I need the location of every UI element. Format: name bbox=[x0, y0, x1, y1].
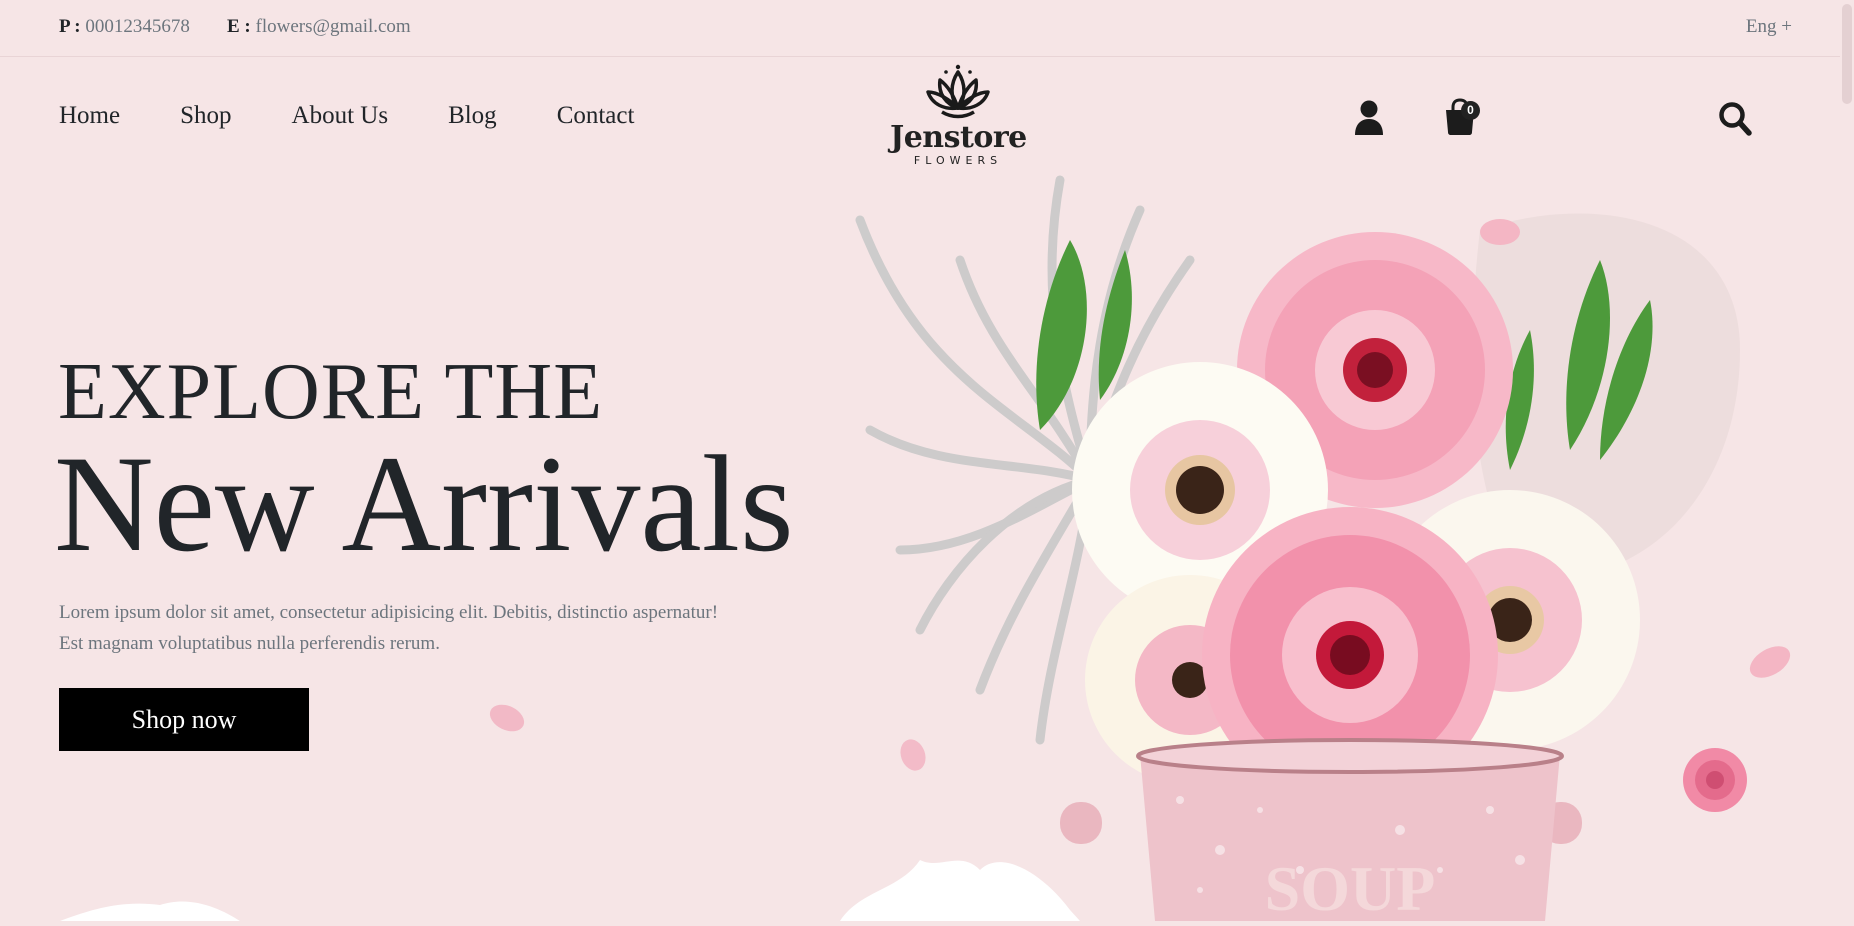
hero-flower-illustration: SOUP bbox=[840, 150, 1854, 924]
splash-decoration bbox=[60, 901, 240, 921]
nav-home[interactable]: Home bbox=[59, 102, 120, 130]
flower-bouquet-image: SOUP bbox=[840, 175, 1791, 924]
hero-description: Lorem ipsum dolor sit amet, consectetur … bbox=[59, 597, 779, 659]
phone-number[interactable]: 00012345678 bbox=[85, 16, 190, 37]
cart-count-badge: 0 bbox=[1461, 101, 1480, 120]
shop-now-button[interactable]: Shop now bbox=[59, 688, 309, 751]
phone-info: P : 00012345678 bbox=[59, 16, 190, 38]
search-icon[interactable] bbox=[1718, 101, 1752, 142]
page-scrollbar[interactable] bbox=[1840, 0, 1854, 921]
scrollbar-thumb[interactable] bbox=[1842, 4, 1852, 104]
email-info: E : flowers@gmail.com bbox=[227, 16, 411, 38]
phone-label: P : bbox=[59, 16, 81, 37]
main-nav: Home Shop About Us Blog Contact bbox=[59, 102, 694, 130]
nav-about-us[interactable]: About Us bbox=[292, 102, 389, 130]
pot-label: SOUP bbox=[1265, 853, 1436, 921]
nav-contact[interactable]: Contact bbox=[557, 102, 635, 130]
top-bar: P : 00012345678 E : flowers@gmail.com En… bbox=[0, 0, 1854, 57]
hero-title: New Arrivals bbox=[54, 427, 794, 580]
hero-description-line-2: Est magnam voluptatibus nulla perferendi… bbox=[59, 633, 440, 654]
email-label: E : bbox=[227, 16, 251, 37]
user-icon[interactable] bbox=[1354, 100, 1384, 141]
language-selector[interactable]: Eng + bbox=[1746, 16, 1792, 38]
hero-pretitle: EXPLORE THE bbox=[58, 348, 604, 436]
nav-shop[interactable]: Shop bbox=[180, 102, 231, 130]
petal-decoration bbox=[489, 704, 525, 732]
lotus-logo-icon bbox=[926, 64, 990, 119]
nav-blog[interactable]: Blog bbox=[448, 102, 497, 130]
email-address[interactable]: flowers@gmail.com bbox=[256, 16, 411, 37]
hero-description-line-1: Lorem ipsum dolor sit amet, consectetur … bbox=[59, 602, 719, 623]
